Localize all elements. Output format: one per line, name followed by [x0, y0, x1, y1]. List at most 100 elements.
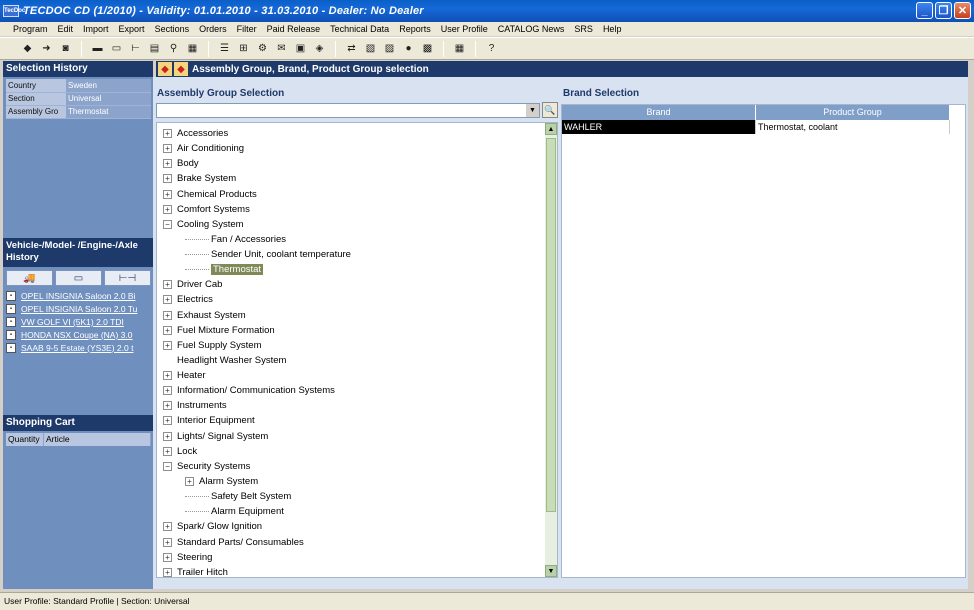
tree-node[interactable]: + Accessories [163, 126, 228, 141]
tree-node[interactable]: + Fuel Supply System [163, 338, 261, 353]
restore-button[interactable]: ❐ [935, 2, 952, 19]
vehicle-link[interactable]: VW GOLF VI (5K1) 2.0 TDI [21, 317, 147, 327]
search-icon[interactable]: 🔍 [542, 102, 558, 118]
vehicle-link[interactable]: HONDA NSX Coupe (NA) 3.0 [21, 330, 147, 340]
help-icon[interactable]: ? [483, 41, 500, 57]
menu-item-export[interactable]: Export [114, 24, 150, 34]
expand-icon[interactable]: + [163, 386, 172, 396]
minimize-button[interactable]: _ [916, 2, 933, 19]
document-icon[interactable]: ▣ [292, 41, 309, 57]
folder-icon[interactable]: ◈ [311, 41, 328, 57]
vehicle-link[interactable]: SAAB 9-5 Estate (YS3E) 2.0 t [21, 343, 147, 353]
cart-column-article[interactable]: Article [44, 433, 151, 446]
scrollbar-thumb[interactable] [546, 138, 556, 512]
grid-icon[interactable]: ▩ [419, 41, 436, 57]
brand-column-header[interactable]: Brand [562, 105, 756, 120]
tree-node[interactable]: + Trailer Hitch [163, 565, 228, 577]
vehicle-history-item[interactable]: ▪ OPEL INSIGNIA Saloon 2.0 Tu [6, 303, 151, 316]
tree-node[interactable]: Thermostat [185, 262, 264, 277]
vehicle-history-item[interactable]: ▪ VW GOLF VI (5K1) 2.0 TDI [6, 316, 151, 329]
tree-node[interactable]: Fan / Accessories [185, 232, 286, 247]
expand-icon[interactable]: + [163, 340, 172, 350]
cart-icon[interactable]: ⊞ [235, 41, 252, 57]
tree-node[interactable]: + Chemical Products [163, 187, 257, 202]
tree-node[interactable]: + Information/ Communication Systems [163, 383, 335, 398]
expand-icon[interactable]: + [163, 159, 172, 169]
zoom-icon[interactable]: ⚲ [165, 41, 182, 57]
settings-icon[interactable]: ⚙ [254, 41, 271, 57]
tree-node[interactable]: + Spark/ Glow Ignition [163, 519, 262, 534]
expand-icon[interactable]: + [163, 371, 172, 381]
expand-icon[interactable]: + [163, 446, 172, 456]
menu-item-edit[interactable]: Edit [53, 24, 79, 34]
brand-icon[interactable]: ● [400, 41, 417, 57]
menu-item-catalog-news[interactable]: CATALOG News [493, 24, 570, 34]
menu-item-srs[interactable]: SRS [569, 24, 598, 34]
news-icon[interactable]: ▦ [451, 41, 468, 57]
menu-item-help[interactable]: Help [598, 24, 627, 34]
search-vehicle-icon[interactable]: ◙ [57, 41, 74, 57]
vehicle-link[interactable]: OPEL INSIGNIA Saloon 2.0 Tu [21, 304, 147, 314]
history-row[interactable]: Section Universal [6, 92, 151, 106]
vehicle-history-item[interactable]: ▪ SAAB 9-5 Estate (YS3E) 2.0 t [6, 341, 151, 354]
image-icon[interactable]: ▨ [381, 41, 398, 57]
expand-icon[interactable]: + [163, 567, 172, 577]
expand-icon[interactable]: + [185, 476, 194, 486]
menu-item-import[interactable]: Import [78, 24, 114, 34]
forward-arrow-icon[interactable]: ◆ [174, 62, 188, 76]
tree-node[interactable]: + Driver Cab [163, 277, 222, 292]
expand-icon[interactable]: + [163, 537, 172, 547]
axle-icon[interactable]: ⊢ [127, 41, 144, 57]
close-button[interactable]: ✕ [954, 2, 971, 19]
tree-node[interactable]: + Heater [163, 368, 206, 383]
expand-icon[interactable]: + [163, 144, 172, 154]
mail-icon[interactable]: ✉ [273, 41, 290, 57]
tree-node[interactable]: + Air Conditioning [163, 141, 244, 156]
tree-node[interactable]: + Exhaust System [163, 308, 246, 323]
collapse-icon[interactable]: − [163, 219, 172, 229]
collapse-icon[interactable]: − [163, 461, 172, 471]
engine-icon[interactable]: ▤ [146, 41, 163, 57]
vehicle-history-item[interactable]: ▪ OPEL INSIGNIA Saloon 2.0 Bi [6, 290, 151, 303]
transfer-icon[interactable]: ⇄ [343, 41, 360, 57]
parts-icon[interactable]: ▦ [184, 41, 201, 57]
tree-node[interactable]: − Cooling System [163, 217, 244, 232]
tree-node[interactable]: Safety Belt System [185, 489, 291, 504]
menu-item-filter[interactable]: Filter [232, 24, 262, 34]
product-group-column-header[interactable]: Product Group [756, 105, 950, 120]
menu-item-paid-release[interactable]: Paid Release [262, 24, 326, 34]
vehicle-icon[interactable]: ➜ [38, 41, 55, 57]
tree-node[interactable]: + Lights/ Signal System [163, 429, 268, 444]
tree-node[interactable]: + Body [163, 156, 199, 171]
expand-icon[interactable]: + [163, 416, 172, 426]
brand-row[interactable]: WAHLER Thermostat, coolant [562, 120, 965, 134]
scroll-up-icon[interactable]: ▲ [545, 123, 557, 135]
expand-icon[interactable]: + [163, 280, 172, 290]
chart-icon[interactable]: ▧ [362, 41, 379, 57]
vehicle-link[interactable]: OPEL INSIGNIA Saloon 2.0 Bi [21, 291, 147, 301]
tree-node[interactable]: + Brake System [163, 171, 236, 186]
diamond-icon[interactable]: ◆ [19, 41, 36, 57]
box-icon[interactable]: ▭ [108, 41, 125, 57]
list-icon[interactable]: ☰ [216, 41, 233, 57]
menu-item-user-profile[interactable]: User Profile [436, 24, 493, 34]
menu-item-reports[interactable]: Reports [394, 24, 436, 34]
tree-node[interactable]: Alarm Equipment [185, 504, 284, 519]
tree-node[interactable]: + Fuel Mixture Formation [163, 323, 275, 338]
tree-node[interactable]: + Comfort Systems [163, 202, 250, 217]
cart-column-quantity[interactable]: Quantity [6, 433, 44, 446]
menu-item-sections[interactable]: Sections [150, 24, 195, 34]
history-row[interactable]: Country Sweden [6, 79, 151, 93]
expand-icon[interactable]: + [163, 295, 172, 305]
tree-node[interactable]: + Instruments [163, 398, 227, 413]
expand-icon[interactable]: + [163, 431, 172, 441]
tree-node[interactable]: + Alarm System [185, 474, 258, 489]
scroll-down-icon[interactable]: ▼ [545, 565, 557, 577]
chevron-down-icon[interactable]: ▼ [526, 104, 539, 117]
expand-icon[interactable]: + [163, 310, 172, 320]
menu-item-technical-data[interactable]: Technical Data [325, 24, 394, 34]
menu-item-orders[interactable]: Orders [194, 24, 232, 34]
back-arrow-icon[interactable]: ◆ [158, 62, 172, 76]
tree-node[interactable]: + Standard Parts/ Consumables [163, 535, 304, 550]
expand-icon[interactable]: + [163, 325, 172, 335]
